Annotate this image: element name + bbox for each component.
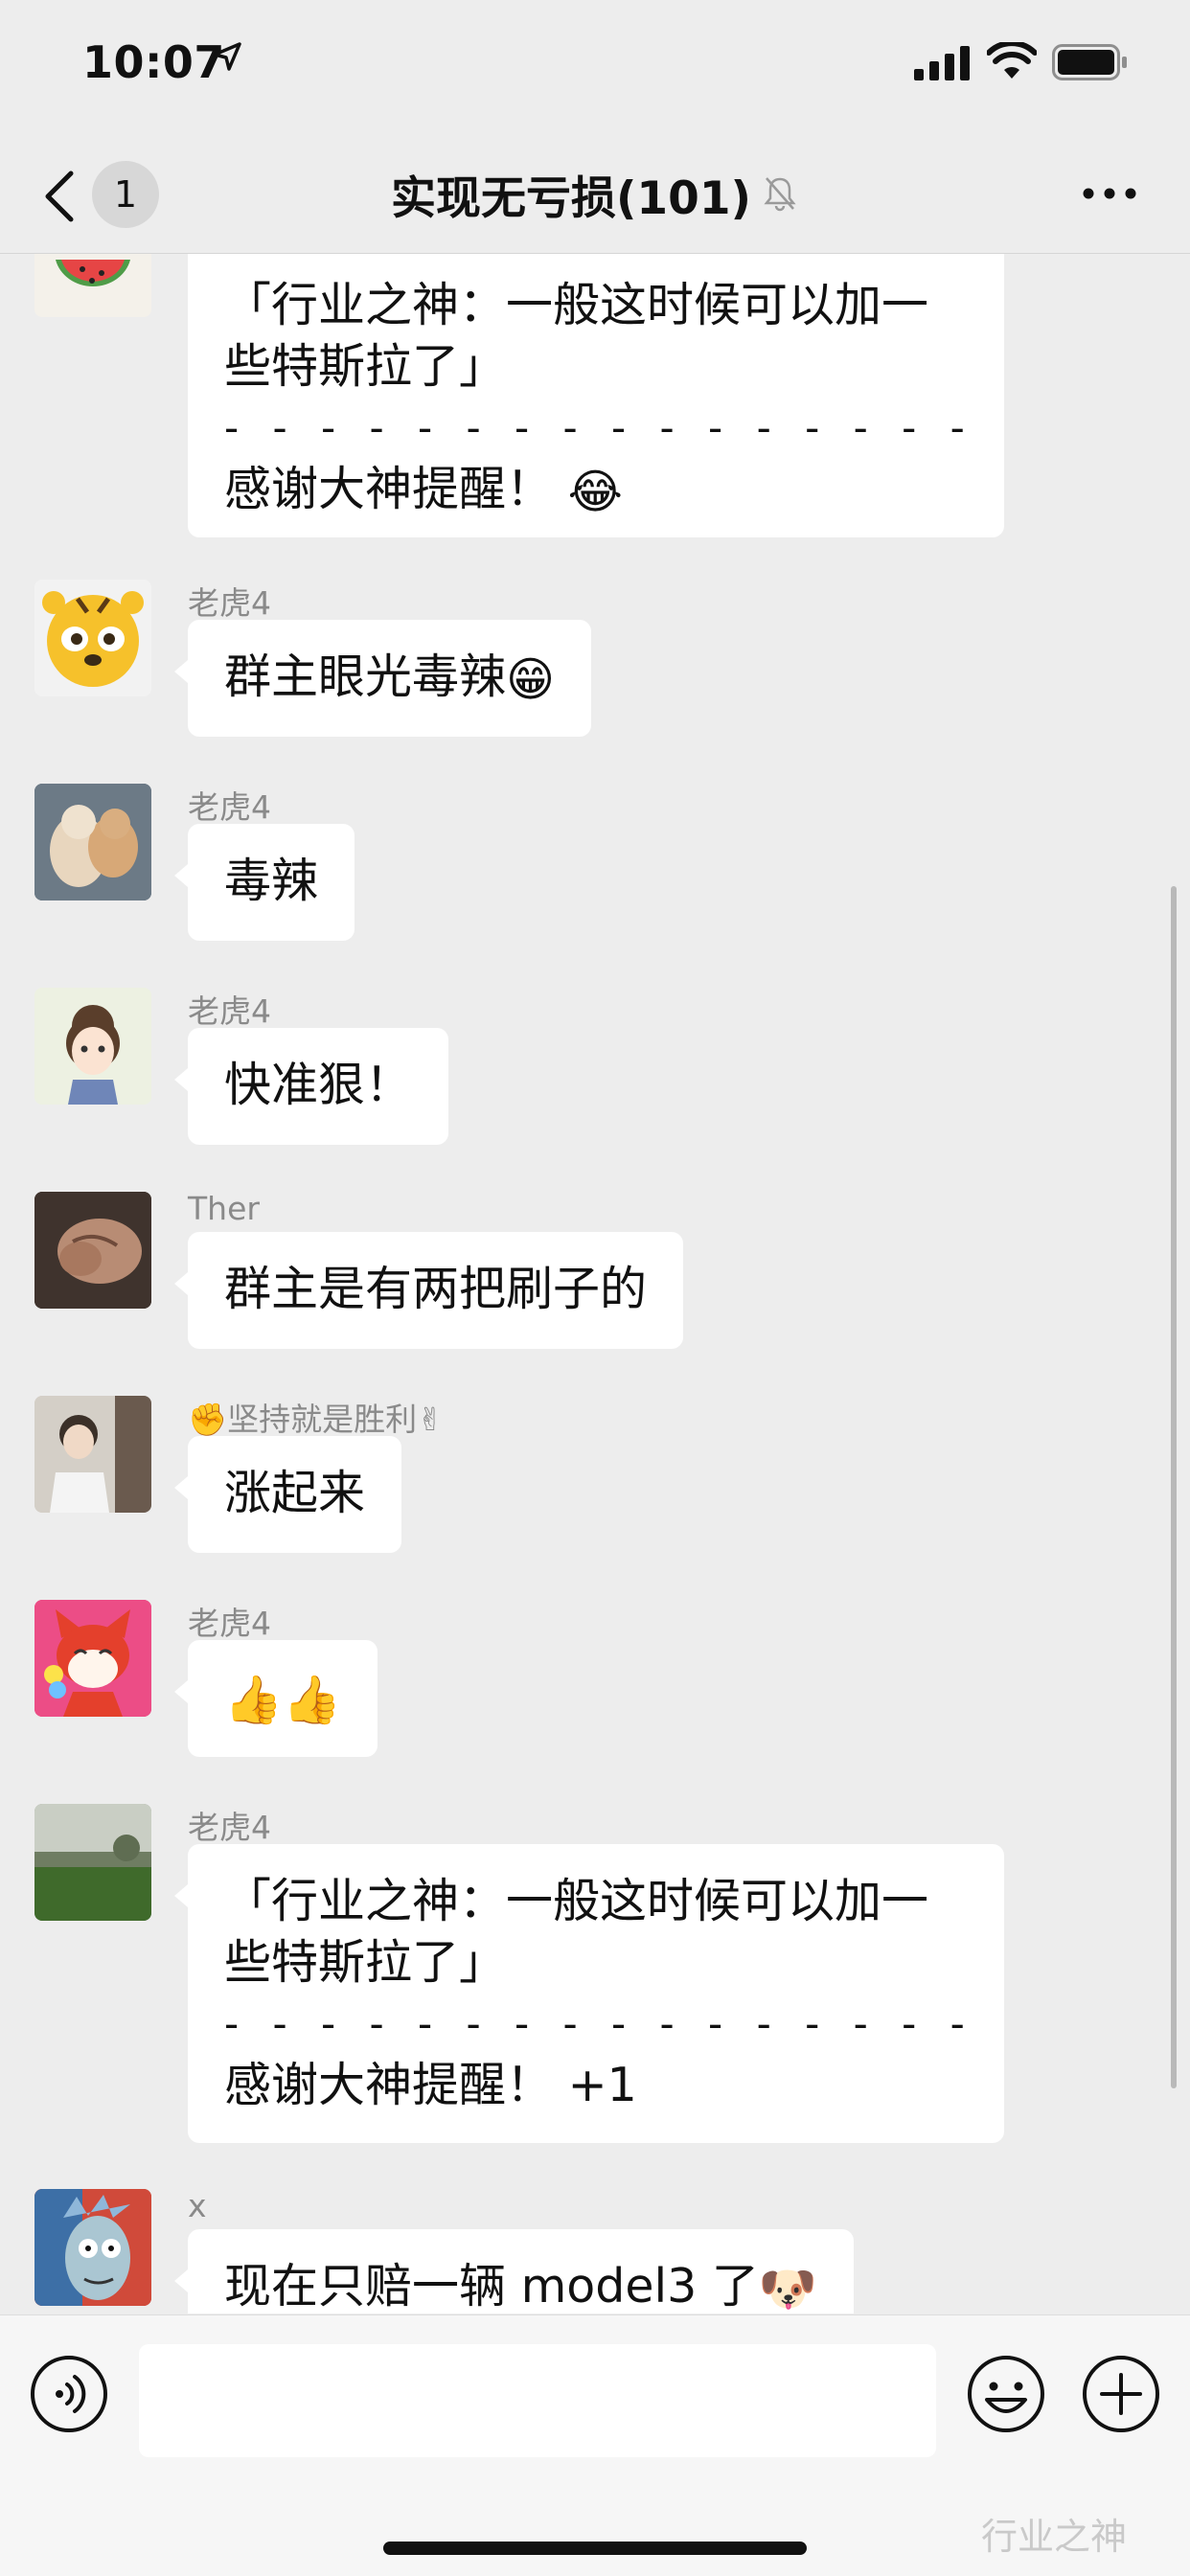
scrollbar[interactable] (1171, 886, 1177, 2088)
message-bubble[interactable]: 毒辣 (173, 824, 355, 941)
avatar[interactable] (34, 1600, 151, 1717)
avatar[interactable] (34, 580, 151, 696)
dog-face-emoji: 🐶 (758, 2261, 817, 2314)
home-indicator[interactable] (383, 2542, 807, 2555)
add-attachment-icon[interactable] (1081, 2354, 1161, 2434)
mute-bell-icon (764, 177, 796, 212)
watermark: 行业之神 (981, 2516, 1128, 2558)
message-text-line: 「行业之神：一般这时候可以加一 (224, 1874, 929, 1928)
message-bubble[interactable]: 涨起来 (173, 1436, 402, 1553)
chat-title-wrap: 实现无亏损(101) (287, 157, 903, 230)
sender-name: 老虎4 (188, 788, 271, 826)
avatar[interactable] (34, 784, 151, 900)
battery-icon (1052, 44, 1127, 80)
sender-name: 老虎4 (188, 992, 271, 1030)
message-text-input[interactable] (139, 2344, 936, 2457)
message-text-line: 些特斯拉了」 (224, 339, 507, 394)
wifi-icon (987, 42, 1037, 79)
message-bubble[interactable]: 👍👍 (173, 1640, 378, 1757)
avatar[interactable] (34, 2189, 151, 2306)
message-text-line: 些特斯拉了」 (224, 1935, 507, 1990)
sender-name: Ther (188, 1190, 260, 1227)
avatar[interactable] (34, 254, 151, 317)
message-text: 快准狠！ (224, 1058, 413, 1112)
message-bubble[interactable]: 群主是有两把刷子的 (173, 1232, 684, 1349)
thumbs-up-emoji: 👍👍 (224, 1672, 342, 1727)
message-text: 群主是有两把刷子的 (224, 1262, 648, 1316)
message-text: 现在只赔一辆 model3 了 (224, 2259, 759, 2314)
message-text-line: 感谢大神提醒！ +1 (224, 2058, 637, 2112)
sender-name: 老虎4 (188, 1605, 271, 1642)
message-text-line: 感谢大神提醒！ 😂 (224, 459, 968, 523)
status-bar: 10:07 (0, 0, 1190, 134)
message-text-line: 「行业之神：一般这时候可以加一 (224, 278, 929, 332)
chat-title: 实现无亏损(101) (390, 171, 752, 225)
message-bubble[interactable]: 「行业之神：一般这时候可以加一 些特斯拉了」 - - - - - - - - -… (188, 254, 1004, 537)
message-bubble[interactable]: 现在只赔一辆 model3 了🐶 (174, 2229, 854, 2314)
emoji-picker-icon[interactable] (966, 2354, 1046, 2434)
more-options-icon[interactable] (1081, 174, 1138, 213)
voice-input-icon[interactable] (29, 2354, 109, 2434)
avatar[interactable] (34, 988, 151, 1105)
message-text: 毒辣 (224, 854, 319, 908)
tears-of-joy-emoji: 😂 (567, 464, 623, 519)
message-divider-line: - - - - - - - - - - - - - - - - (224, 2000, 975, 2047)
message-text: 群主眼光毒辣 (224, 650, 507, 704)
message-bubble[interactable]: 群主眼光毒辣😁 (173, 620, 592, 737)
grinning-emoji: 😁 (506, 651, 556, 707)
avatar[interactable] (34, 1192, 151, 1309)
message-divider-line: - - - - - - - - - - - - - - - - (224, 404, 975, 451)
sender-name: 老虎4 (188, 1809, 271, 1846)
message-input-bar: 行业之神 (0, 2314, 1190, 2576)
chevron-left-icon (45, 171, 74, 222)
sender-name: ✊坚持就是胜利✌ (188, 1401, 444, 1438)
message-bubble[interactable]: 快准狠！ (173, 1028, 449, 1145)
message-bubble[interactable]: 「行业之神：一般这时候可以加一 些特斯拉了」 - - - - - - - - -… (174, 1844, 1004, 2143)
message-text: 涨起来 (224, 1466, 366, 1520)
location-arrow-icon (213, 42, 241, 71)
cellular-signal-icon (914, 46, 970, 80)
status-time: 10:07 (82, 36, 225, 88)
avatar[interactable] (34, 1804, 151, 1921)
avatar[interactable] (34, 1396, 151, 1513)
unread-badge: 1 (92, 161, 159, 228)
sender-name: x (188, 2187, 207, 2224)
chat-header: 1 实现无亏损(101) (0, 134, 1190, 254)
sender-name: 老虎4 (188, 584, 271, 622)
chat-message-list[interactable]: 「行业之神：一般这时候可以加一 些特斯拉了」 - - - - - - - - -… (0, 254, 1190, 2314)
back-button[interactable]: 1 (42, 161, 195, 228)
